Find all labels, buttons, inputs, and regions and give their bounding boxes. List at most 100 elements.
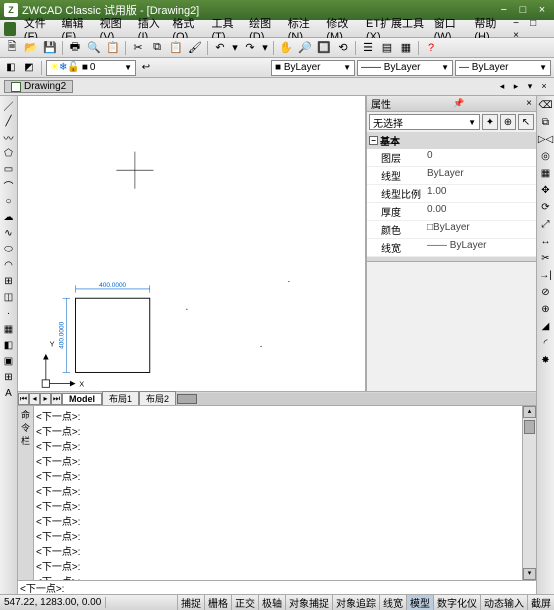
linetype-combo[interactable]: —— ByLayer▼ [357,60,453,76]
status-toggle[interactable]: 栅格 [204,595,231,610]
status-toggle[interactable]: 线宽 [379,595,406,610]
tab-layout1[interactable]: 布局1 [102,391,139,406]
scroll-thumb[interactable] [524,420,535,434]
move-icon[interactable]: ✥ [539,183,553,197]
drawing-canvas[interactable]: 400.0000 400.0000 Y X [18,96,366,391]
layer-combo[interactable]: ☀❄🔓■ 0▼ [46,60,136,76]
copy-obj-icon[interactable]: ⧉ [539,115,553,129]
arc-icon[interactable]: ⌒ [2,178,16,192]
ellipse-arc-icon[interactable]: ◠ [2,258,16,272]
tool-palette-icon[interactable]: ▦ [397,40,415,56]
maximize-button[interactable]: □ [515,4,531,16]
tab-next-icon[interactable]: ▸ [40,393,51,405]
color-combo[interactable]: ■ ByLayer▼ [271,60,355,76]
print-icon[interactable]: 🖶 [66,40,84,56]
publish-icon[interactable]: 📋 [104,40,122,56]
zoom-rt-icon[interactable]: 🔎 [296,40,314,56]
redo-icon[interactable]: ↷ [241,40,259,56]
tab-left-icon[interactable]: ◂ [496,81,508,92]
chamfer-icon[interactable]: ◢ [539,319,553,333]
table-icon[interactable]: ⊞ [2,370,16,384]
offset-icon[interactable]: ◎ [539,149,553,163]
preview-icon[interactable]: 🔍 [85,40,103,56]
command-input[interactable]: <下一点>: [18,580,536,594]
pline-icon[interactable]: 〰 [2,130,16,144]
status-toggle[interactable]: 捕捉 [177,595,204,610]
trim-icon[interactable]: ✂ [539,251,553,265]
save-icon[interactable]: 💾 [41,40,59,56]
mirror-icon[interactable]: ▷◁ [539,132,553,146]
scale-icon[interactable]: ⤢ [539,217,553,231]
gradient-icon[interactable]: ◧ [2,338,16,352]
copy-icon[interactable]: ⧉ [148,40,166,56]
undo-dropdown-icon[interactable]: ▾ [230,40,240,56]
point-icon[interactable]: · [2,306,16,320]
tab-last-icon[interactable]: ⏭ [51,393,62,405]
undo-icon[interactable]: ↶ [211,40,229,56]
prop-category[interactable]: −基本 [367,132,536,149]
tab-close-icon[interactable]: × [538,81,550,92]
mtext-icon[interactable]: A [2,386,16,400]
status-toggle[interactable]: 极轴 [258,595,285,610]
mdi-restore-button[interactable]: □ [526,18,540,29]
rect-icon[interactable]: ▭ [2,162,16,176]
prop-row[interactable]: 线型比例1.00 [367,185,536,203]
layer-state-icon[interactable]: ◩ [21,60,37,76]
polygon-icon[interactable]: ⬠ [2,146,16,160]
paste-icon[interactable]: 📋 [167,40,185,56]
status-toggle[interactable]: 对象追踪 [332,595,379,610]
explode-icon[interactable]: ✸ [539,353,553,367]
insert-icon[interactable]: ⊞ [2,274,16,288]
stretch-icon[interactable]: ↔ [539,234,553,248]
region-icon[interactable]: ▣ [2,354,16,368]
redo-dropdown-icon[interactable]: ▾ [260,40,270,56]
doc-tab[interactable]: Drawing2 [4,80,73,93]
select-objects-icon[interactable]: ↖ [518,114,534,130]
ellipse-icon[interactable]: ⬭ [2,242,16,256]
layer-prev-icon[interactable]: ↩ [138,60,154,76]
xline-icon[interactable]: ╱ [2,114,16,128]
properties-close-icon[interactable]: × [526,98,532,109]
rotate-icon[interactable]: ⟳ [539,200,553,214]
status-toggle[interactable]: 动态输入 [480,595,527,610]
status-toggle[interactable]: 数字化仪 [433,595,480,610]
match-icon[interactable]: 🖌 [186,40,204,56]
pan-icon[interactable]: ✋ [277,40,295,56]
status-toggle[interactable]: 正交 [231,595,258,610]
close-button[interactable]: × [534,4,550,16]
zoom-win-icon[interactable]: 🔲 [315,40,333,56]
line-icon[interactable]: ／ [2,98,16,112]
join-icon[interactable]: ⊕ [539,302,553,316]
extend-icon[interactable]: →| [539,268,553,282]
block-icon[interactable]: ◫ [2,290,16,304]
selection-combo[interactable]: 无选择▼ [369,114,480,130]
properties-icon[interactable]: ☰ [359,40,377,56]
zoom-prev-icon[interactable]: ⟲ [334,40,352,56]
revcloud-icon[interactable]: ☁ [2,210,16,224]
prop-row[interactable]: 线宽—— ByLayer [367,239,536,257]
properties-pin-icon[interactable]: 📌 [453,98,464,109]
new-icon[interactable]: 🗎 [3,40,21,56]
tab-layout2[interactable]: 布局2 [139,391,176,406]
cut-icon[interactable]: ✂ [129,40,147,56]
status-toggle[interactable]: 模型 [406,595,433,610]
pickadd-icon[interactable]: ⊕ [500,114,516,130]
mdi-minimize-button[interactable]: − [509,18,523,29]
help-icon[interactable]: ? [422,40,440,56]
erase-icon[interactable]: ⌫ [539,98,553,112]
status-toggle[interactable]: 截屏 [527,595,554,610]
coordinates[interactable]: 547.22, 1283.00, 0.00 [0,597,106,608]
prop-row[interactable]: 厚度0.00 [367,203,536,221]
lineweight-combo[interactable]: — ByLayer▼ [455,60,551,76]
design-center-icon[interactable]: ▤ [378,40,396,56]
open-icon[interactable]: 📂 [22,40,40,56]
circle-icon[interactable]: ○ [2,194,16,208]
prop-row[interactable]: 线型ByLayer [367,167,536,185]
command-scrollbar[interactable]: ▴ ▾ [522,406,536,580]
fillet-icon[interactable]: ◜ [539,336,553,350]
hscroll-track[interactable] [176,393,536,405]
tab-right-icon[interactable]: ▸ [510,81,522,92]
spline-icon[interactable]: ∿ [2,226,16,240]
tab-model[interactable]: Model [62,393,102,405]
properties-grid[interactable]: −基本图层0线型ByLayer线型比例1.00厚度0.00颜色□ByLayer线… [367,132,536,261]
